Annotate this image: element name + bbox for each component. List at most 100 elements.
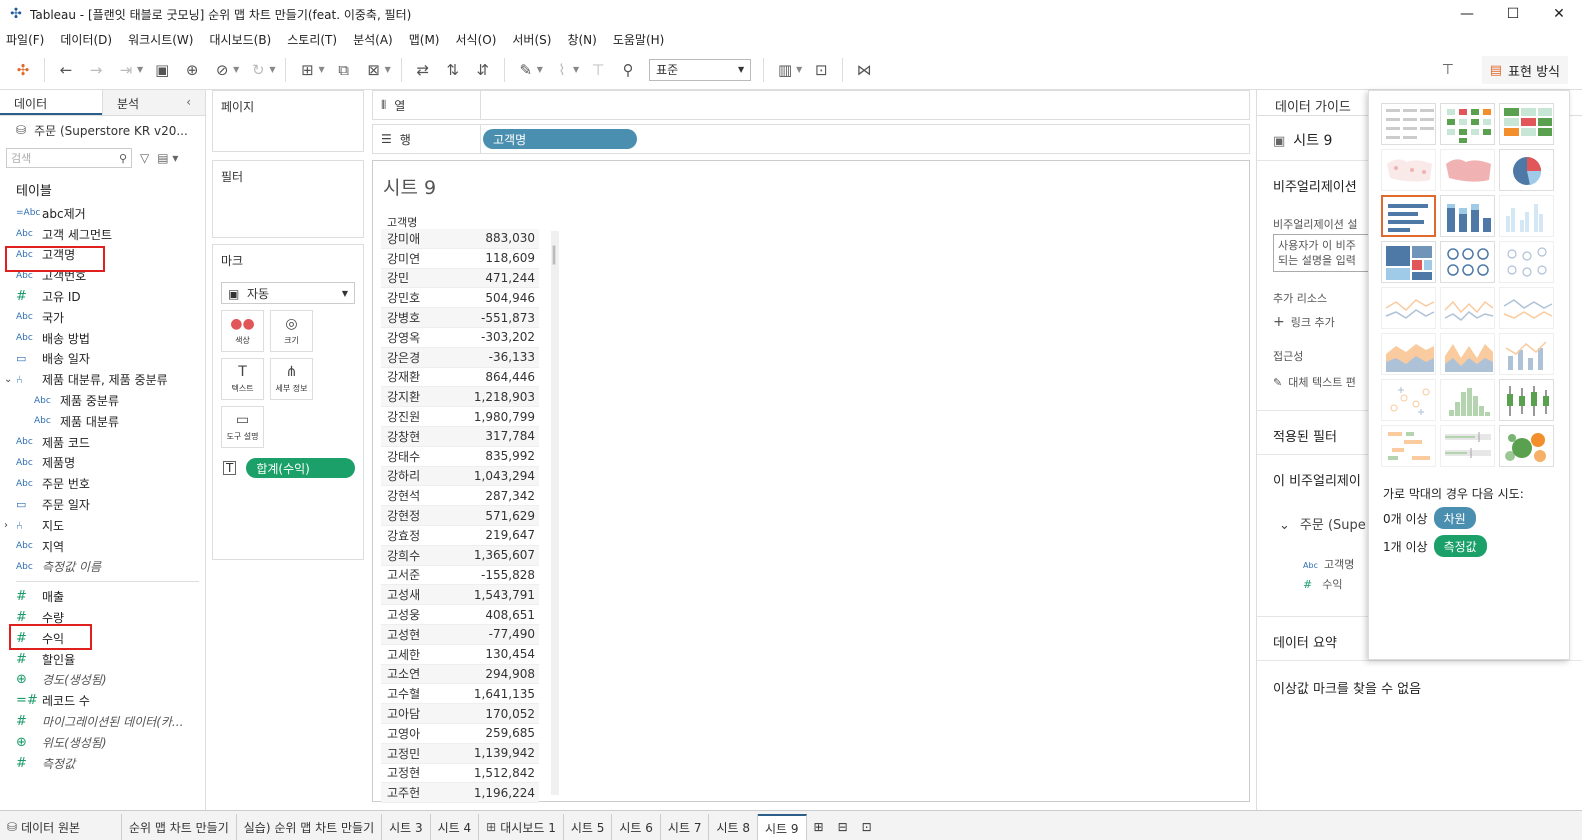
- menu-item[interactable]: 창(N): [567, 31, 596, 48]
- table-row[interactable]: 고성현 -77,490: [381, 624, 539, 645]
- menu-item[interactable]: 데이터(D): [60, 31, 112, 48]
- field-item[interactable]: Abc 제품 코드: [0, 432, 205, 453]
- chart-thumb-box-whisker[interactable]: [1499, 379, 1554, 421]
- chevron-down-icon[interactable]: ▼: [537, 65, 543, 74]
- field-item[interactable]: ▭ 배송 일자: [0, 349, 205, 370]
- chart-thumb-histogram[interactable]: [1440, 379, 1495, 421]
- sheet-tab[interactable]: 시트 9: [757, 814, 807, 840]
- field-item[interactable]: Abc 국가: [0, 307, 205, 328]
- guide-source-item[interactable]: ⌄ 주문 (Supe: [1279, 514, 1366, 533]
- maximize-icon[interactable]: ☐: [1490, 0, 1536, 28]
- chart-thumb-treemap[interactable]: [1381, 241, 1436, 283]
- tooltip-button[interactable]: ▭ 도구 설명: [221, 406, 264, 448]
- sheet-tab[interactable]: 시트 5: [564, 814, 613, 840]
- new-datasource-icon[interactable]: ⊕: [179, 57, 205, 83]
- table-row[interactable]: 고정현 1,512,842: [381, 764, 539, 784]
- table-row[interactable]: 강영옥 -303,202: [381, 328, 539, 348]
- sort-ascending-icon[interactable]: ⇅: [440, 57, 466, 83]
- field-item[interactable]: Abc 주문 번호: [0, 473, 205, 494]
- chart-thumb-text-table[interactable]: [1381, 103, 1436, 145]
- table-row[interactable]: 고아담 170,052: [381, 704, 539, 724]
- chart-thumb-highlight-table[interactable]: [1499, 103, 1554, 145]
- new-dashboard-icon[interactable]: ⊟: [831, 814, 855, 840]
- table-row[interactable]: 고정민 1,139,942: [381, 743, 539, 764]
- table-row[interactable]: 고주헌 1,196,224: [381, 783, 539, 804]
- menu-item[interactable]: 대시보드(B): [209, 31, 271, 48]
- columns-shelf[interactable]: ⦀ 열: [372, 90, 1250, 120]
- field-item[interactable]: › ⑃ 지도: [0, 515, 205, 536]
- sheet-tab[interactable]: ⛁ 데이터 원본: [0, 814, 122, 840]
- menu-item[interactable]: 도움말(H): [613, 31, 665, 48]
- field-item[interactable]: Abc 제품 중분류: [0, 390, 205, 411]
- menu-item[interactable]: 서식(O): [456, 31, 497, 48]
- chevron-down-icon[interactable]: ▼: [318, 65, 324, 74]
- field-item[interactable]: Abc 지역: [0, 536, 205, 557]
- rows-pill-customer[interactable]: 고객명: [483, 129, 637, 149]
- tab-data[interactable]: 데이터: [0, 90, 102, 115]
- table-row[interactable]: 고성새 1,543,791: [381, 585, 539, 606]
- chart-thumb-dual-line[interactable]: [1499, 287, 1554, 329]
- table-row[interactable]: 강병호 -551,873: [381, 308, 539, 328]
- field-item[interactable]: # 마이그레이션된 데이터(카...: [0, 711, 205, 732]
- field-item[interactable]: # 할인율: [0, 649, 205, 670]
- table-row[interactable]: 강미애 883,030: [381, 229, 539, 249]
- scrollbar-thumb[interactable]: [552, 245, 556, 265]
- pages-shelf[interactable]: 페이지: [212, 90, 364, 152]
- chart-thumb-area-discrete[interactable]: [1440, 333, 1495, 375]
- field-item[interactable]: Abc 제품명: [0, 453, 205, 474]
- save-icon[interactable]: ▣: [149, 57, 175, 83]
- minimize-icon[interactable]: —: [1444, 0, 1490, 28]
- table-row[interactable]: 고수혈 1,641,135: [381, 684, 539, 705]
- chart-thumb-gantt[interactable]: [1381, 425, 1436, 467]
- show-cards-icon[interactable]: ▥: [772, 57, 798, 83]
- chart-thumb-packed-bubbles[interactable]: [1499, 425, 1554, 467]
- chart-thumb-line-continuous[interactable]: [1381, 287, 1436, 329]
- table-row[interactable]: 강하리 1,043,294: [381, 466, 539, 487]
- group-members-icon[interactable]: ⌇: [549, 57, 575, 83]
- table-row[interactable]: 강현정 571,629: [381, 506, 539, 526]
- sheet-tab[interactable]: 시트 6: [612, 814, 661, 840]
- filter-icon[interactable]: ▽: [140, 151, 149, 165]
- table-row[interactable]: 고서준 -155,828: [381, 566, 539, 586]
- table-row[interactable]: 강은경 -36,133: [381, 347, 539, 368]
- field-item[interactable]: Abc 고객 세그먼트: [0, 224, 205, 245]
- table-row[interactable]: 강지환 1,218,903: [381, 387, 539, 408]
- pause-updates-icon[interactable]: ⊘: [209, 57, 235, 83]
- size-button[interactable]: ◎ 크기: [270, 310, 313, 352]
- menu-item[interactable]: 분석(A): [353, 31, 393, 48]
- vertical-scrollbar[interactable]: [551, 231, 559, 795]
- sheet-tab[interactable]: 시트 7: [661, 814, 710, 840]
- new-worksheet-icon[interactable]: ⊞: [807, 814, 831, 840]
- chart-thumb-side-by-side-circles[interactable]: [1499, 241, 1554, 283]
- detail-button[interactable]: ⋔ 세부 정보: [270, 358, 313, 400]
- chart-thumb-pie[interactable]: [1499, 149, 1554, 191]
- sheet-tab[interactable]: 순위 맵 차트 만들기: [122, 814, 237, 840]
- menu-item[interactable]: 스토리(T): [287, 31, 337, 48]
- chevron-down-icon[interactable]: ▼: [796, 65, 802, 74]
- chart-thumb-scatter[interactable]: [1381, 379, 1436, 421]
- collapse-pane-icon[interactable]: ‹: [186, 95, 191, 109]
- sheet-tab[interactable]: 시트 3: [382, 814, 431, 840]
- table-row[interactable]: 강효정 219,647: [381, 526, 539, 546]
- field-item[interactable]: ⊕ 위도(생성됨): [0, 732, 205, 753]
- chart-thumb-side-by-side-bars[interactable]: [1499, 195, 1554, 237]
- sheet-tab[interactable]: 실습) 순위 맵 차트 만들기: [237, 814, 383, 840]
- show-me-button[interactable]: ▤ 표현 방식: [1481, 56, 1568, 84]
- highlight-icon[interactable]: ✎: [513, 57, 539, 83]
- refresh-icon[interactable]: ↻: [245, 57, 271, 83]
- chart-thumb-symbol-map[interactable]: [1381, 149, 1436, 191]
- chevron-down-icon[interactable]: ▼: [573, 65, 579, 74]
- color-button[interactable]: ●● 색상: [221, 310, 264, 352]
- alt-text-button[interactable]: ✎ 대체 텍스트 편: [1273, 374, 1356, 390]
- swap-rows-columns-icon[interactable]: ⇄: [410, 57, 436, 83]
- table-row[interactable]: 강창현 317,784: [381, 426, 539, 447]
- table-row[interactable]: 강희수 1,365,607: [381, 545, 539, 566]
- chart-thumb-area-continuous[interactable]: [1381, 333, 1436, 375]
- datasource-item[interactable]: ⛁ 주문 (Superstore KR v20...: [0, 116, 205, 144]
- chart-thumb-dual-combination[interactable]: [1499, 333, 1554, 375]
- table-row[interactable]: 고성웅 408,651: [381, 605, 539, 625]
- field-item[interactable]: Abc 배송 방법: [0, 328, 205, 349]
- tableau-home-icon[interactable]: ✣: [10, 57, 36, 83]
- chevron-down-icon[interactable]: ▼: [385, 65, 391, 74]
- duplicate-sheet-icon[interactable]: ⧉: [331, 57, 357, 83]
